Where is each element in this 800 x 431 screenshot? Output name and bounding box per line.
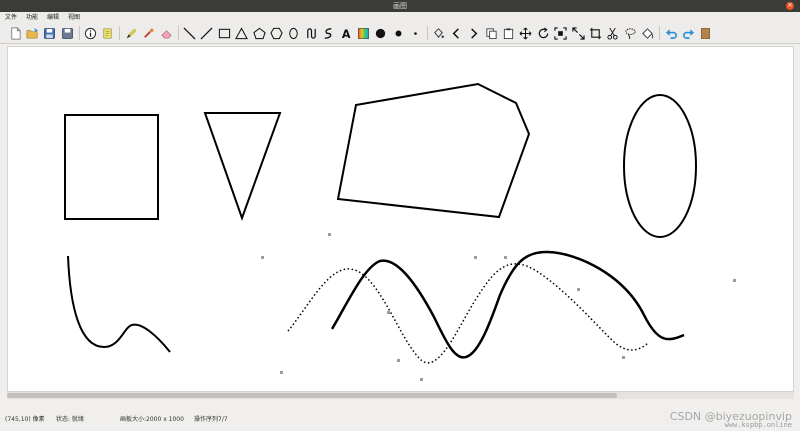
text-icon[interactable]: A: [339, 26, 353, 41]
text-tool-glyph: A: [341, 28, 350, 41]
prev-icon[interactable]: [449, 26, 463, 40]
scale-icon[interactable]: [571, 26, 585, 40]
line-icon[interactable]: [183, 26, 197, 40]
paint-app-window: 画图 ✕ 文件 功能 编辑 视图 A (745,10) 像素 状态: 就绪 画板…: [0, 0, 800, 431]
status-state: 状态: 就绪: [56, 415, 84, 423]
save-as-icon[interactable]: [60, 26, 74, 40]
rotate-icon[interactable]: [536, 26, 550, 40]
open-folder-icon[interactable]: [25, 26, 39, 40]
shape-freehand-curve[interactable]: [67, 255, 171, 353]
scrollbar-thumb[interactable]: [7, 393, 617, 398]
pentagon-icon[interactable]: [252, 26, 266, 40]
book-icon[interactable]: [699, 26, 713, 40]
toolbar-separator: [78, 26, 80, 40]
vertical-scrollbar[interactable]: [794, 46, 800, 392]
control-point[interactable]: [420, 378, 423, 381]
drawing-canvas[interactable]: [7, 46, 794, 392]
toolbar-separator: [119, 26, 121, 40]
control-point[interactable]: [577, 288, 580, 291]
redo-icon[interactable]: [681, 26, 695, 40]
menu-edit[interactable]: 编辑: [47, 12, 59, 23]
save-icon[interactable]: [43, 26, 57, 40]
color-palette-icon[interactable]: [356, 26, 370, 40]
control-point[interactable]: [622, 356, 625, 359]
menu-view[interactable]: 视图: [68, 12, 80, 23]
canvas-drawing[interactable]: [8, 47, 794, 392]
next-icon[interactable]: [467, 26, 481, 40]
close-window-button[interactable]: ✕: [786, 2, 794, 10]
menu-file[interactable]: 文件: [5, 12, 17, 23]
toolbar-separator: [426, 26, 428, 40]
menu-bar: 文件 功能 编辑 视图: [0, 12, 800, 23]
crop-icon[interactable]: [589, 26, 603, 40]
rectangle-icon[interactable]: [217, 26, 231, 40]
clear-icon[interactable]: [101, 26, 115, 40]
medium-dot-icon[interactable]: [391, 26, 405, 40]
control-point[interactable]: [474, 256, 477, 259]
info-icon[interactable]: [84, 26, 98, 40]
operation-history: 操作序列7/7: [194, 415, 228, 423]
bezier-control-points: [261, 233, 736, 381]
control-point[interactable]: [733, 279, 736, 282]
undo-icon[interactable]: [664, 26, 678, 40]
eraser-icon[interactable]: [159, 26, 173, 40]
polyline-icon[interactable]: [200, 26, 214, 40]
shape-rectangle[interactable]: [64, 114, 159, 220]
window-title: 画图: [393, 2, 407, 10]
control-point[interactable]: [280, 371, 283, 374]
canvas-size: 画板大小:2000 x 1000: [120, 415, 184, 423]
horizontal-scrollbar[interactable]: [7, 392, 794, 399]
control-point[interactable]: [387, 311, 390, 314]
small-dot-icon[interactable]: [409, 26, 423, 40]
site-watermark: www.kspbp.online: [724, 421, 792, 429]
shape-solid-curve[interactable]: [330, 250, 685, 359]
cursor-coordinates: (745,10) 像素: [5, 415, 45, 423]
lasso-icon[interactable]: [623, 26, 637, 40]
control-point[interactable]: [261, 256, 264, 259]
curve-icon[interactable]: [304, 26, 318, 40]
fill-icon[interactable]: [432, 26, 446, 40]
large-dot-icon[interactable]: [374, 26, 388, 40]
shape-polygon[interactable]: [336, 82, 531, 219]
paste-icon[interactable]: [502, 26, 516, 40]
polygon-icon[interactable]: [269, 26, 283, 40]
control-point[interactable]: [328, 233, 331, 236]
brush-icon[interactable]: [142, 26, 156, 40]
triangle-icon[interactable]: [235, 26, 249, 40]
ellipse-icon[interactable]: [287, 26, 301, 40]
new-file-icon[interactable]: [8, 26, 22, 40]
title-bar: 画图 ✕: [0, 0, 800, 12]
toolbar: A: [0, 23, 800, 44]
shape-ellipse[interactable]: [623, 94, 697, 238]
shape-triangle[interactable]: [203, 112, 282, 221]
toolbar-separator: [659, 26, 661, 40]
toolbar-separator: [177, 26, 179, 40]
pen-icon[interactable]: [124, 26, 138, 40]
control-point[interactable]: [397, 359, 400, 362]
move-icon[interactable]: [519, 26, 533, 40]
control-point[interactable]: [504, 256, 507, 259]
bezier-icon[interactable]: [322, 26, 336, 40]
copy-icon[interactable]: [484, 26, 498, 40]
menu-function[interactable]: 功能: [26, 12, 38, 23]
bucket-icon[interactable]: [641, 26, 655, 40]
cut-icon[interactable]: [606, 26, 620, 40]
zoom-fit-icon[interactable]: [554, 26, 568, 40]
